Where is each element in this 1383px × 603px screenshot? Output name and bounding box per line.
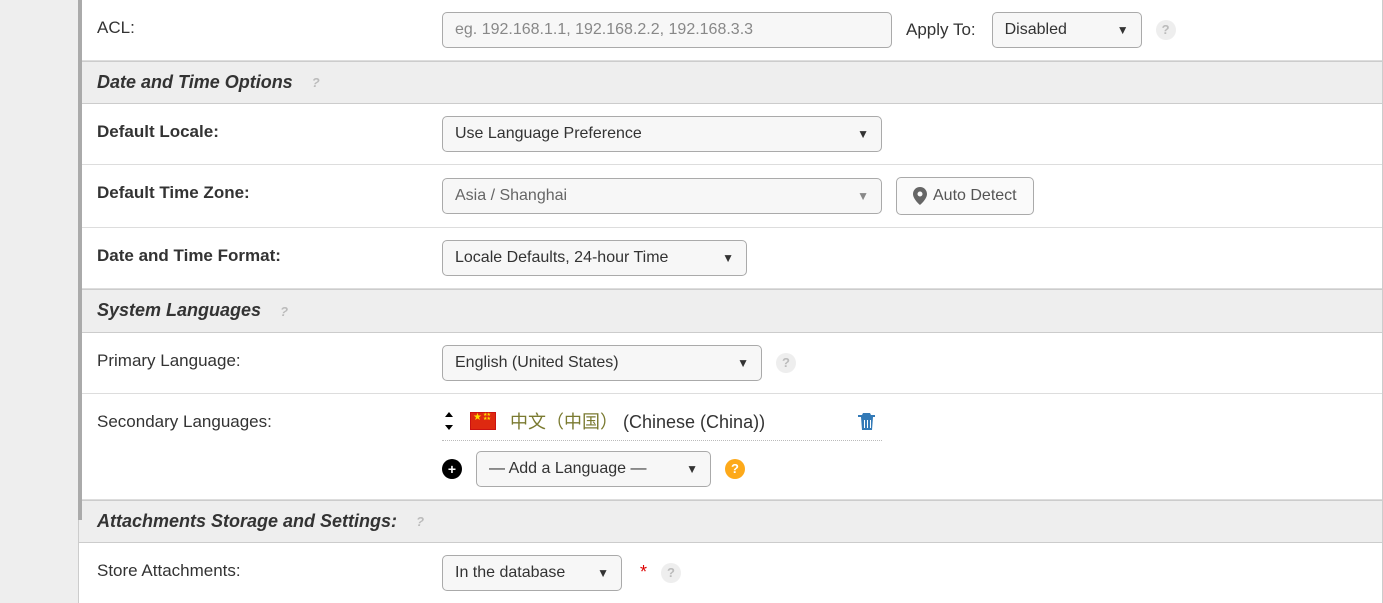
help-warning-icon[interactable]: ? [725,459,745,479]
section-attachments: Attachments Storage and Settings: ? [79,500,1382,543]
default-locale-select[interactable]: Use Language Preference ▼ [442,116,882,152]
chevron-down-icon: ▼ [857,189,869,203]
chevron-down-icon: ▼ [857,127,869,141]
apply-to-label: Apply To: [906,20,976,40]
chevron-down-icon: ▼ [722,251,734,265]
primary-language-select[interactable]: English (United States) ▼ [442,345,762,381]
date-format-label: Date and Time Format: [97,240,422,266]
primary-language-label: Primary Language: [97,345,422,371]
location-pin-icon [913,187,927,205]
store-attachments-label: Store Attachments: [97,555,422,581]
add-language-select[interactable]: — Add a Language — ▼ [476,451,711,487]
secondary-language-native: 中文（中国） [510,412,618,432]
delete-language-button[interactable] [858,411,882,431]
default-tz-label: Default Time Zone: [97,177,422,203]
chevron-down-icon: ▼ [737,356,749,370]
secondary-language-row: 中文（中国） (Chinese (China)) [442,406,882,441]
chevron-down-icon: ▼ [1117,23,1129,37]
acl-input[interactable]: eg. 192.168.1.1, 192.168.2.2, 192.168.3.… [442,12,892,48]
secondary-language-english: (Chinese (China)) [623,412,765,432]
chevron-down-icon: ▼ [597,566,609,580]
store-attachments-select[interactable]: In the database ▼ [442,555,622,591]
add-language-button[interactable]: + [442,459,462,479]
section-system-languages: System Languages ? [79,289,1382,332]
flag-china-icon [470,412,496,430]
date-format-select[interactable]: Locale Defaults, 24-hour Time ▼ [442,240,747,276]
help-icon[interactable]: ? [274,302,294,322]
help-icon[interactable]: ? [661,563,681,583]
required-indicator: * [640,562,647,583]
secondary-languages-label: Secondary Languages: [97,406,422,432]
default-locale-label: Default Locale: [97,116,422,142]
help-icon[interactable]: ? [410,512,430,532]
default-tz-select[interactable]: Asia / Shanghai ▼ [442,178,882,214]
acl-label: ACL: [97,12,422,38]
help-icon[interactable]: ? [306,73,326,93]
section-date-time: Date and Time Options ? [79,61,1382,104]
apply-to-select[interactable]: Disabled ▼ [992,12,1142,48]
help-icon[interactable]: ? [776,353,796,373]
help-icon[interactable]: ? [1156,20,1176,40]
chevron-down-icon: ▼ [686,462,698,476]
auto-detect-button[interactable]: Auto Detect [896,177,1034,215]
sort-handle-icon[interactable] [442,412,456,430]
